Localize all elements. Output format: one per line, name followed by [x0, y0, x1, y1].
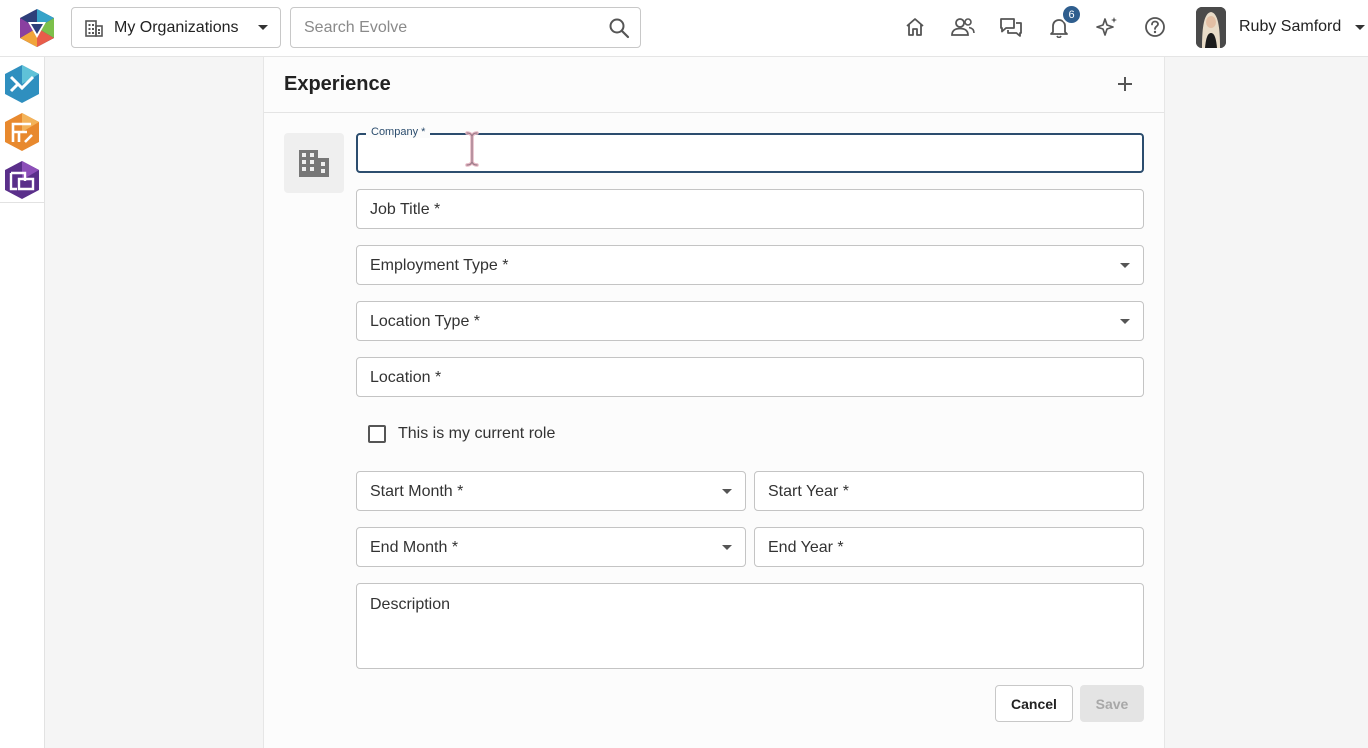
end-month-label: End Month * — [370, 539, 459, 556]
app-icon-3[interactable] — [2, 159, 42, 201]
location-label: Location * — [370, 369, 442, 386]
help-icon — [1145, 17, 1165, 37]
user-menu-chevron-icon[interactable] — [1355, 25, 1365, 30]
ai-assistant-button[interactable] — [1094, 14, 1120, 40]
rail-divider — [0, 202, 44, 203]
dropdown-arrow-icon — [722, 545, 732, 550]
start-month-label: Start Month * — [370, 483, 464, 500]
home-icon — [906, 18, 924, 36]
location-type-select[interactable]: Location Type * — [356, 301, 1144, 341]
building-icon — [299, 150, 329, 177]
job-title-field[interactable]: Job Title * — [356, 189, 1144, 229]
company-field[interactable]: Company * — [356, 126, 1144, 173]
start-year-field[interactable]: Start Year * — [754, 471, 1144, 511]
search-box — [290, 7, 641, 48]
chat-icon — [1000, 18, 1022, 37]
top-bar: My Organizations 6 — [0, 0, 1368, 57]
app-icon-2[interactable] — [2, 111, 42, 153]
experience-card: Experience Company * Job Title * Employm… — [263, 57, 1165, 748]
people-button[interactable] — [950, 14, 976, 40]
current-role-row[interactable]: This is my current role — [368, 425, 555, 443]
organizations-dropdown[interactable]: My Organizations — [71, 7, 281, 48]
cancel-button[interactable]: Cancel — [995, 685, 1073, 722]
notification-count-badge: 6 — [1061, 4, 1082, 25]
dropdown-arrow-icon — [722, 489, 732, 494]
current-role-checkbox[interactable] — [368, 425, 386, 443]
location-type-label: Location Type * — [370, 313, 481, 330]
location-field[interactable]: Location * — [356, 357, 1144, 397]
home-button[interactable] — [902, 14, 928, 40]
chevron-down-icon — [258, 25, 268, 30]
end-month-select[interactable]: End Month * — [356, 527, 746, 567]
people-icon — [951, 18, 975, 36]
app-icon-1[interactable] — [2, 63, 42, 105]
logo-icon[interactable] — [18, 8, 56, 48]
dropdown-arrow-icon — [1120, 263, 1130, 268]
description-label: Description — [370, 596, 451, 613]
avatar[interactable] — [1196, 7, 1226, 48]
description-textarea[interactable]: Description — [356, 583, 1144, 669]
job-title-label: Job Title * — [370, 201, 441, 218]
building-icon — [85, 19, 103, 37]
section-title: Experience — [284, 73, 391, 95]
end-year-field[interactable]: End Year * — [754, 527, 1144, 567]
company-logo-placeholder — [284, 133, 344, 193]
end-year-label: End Year * — [768, 539, 844, 556]
user-name[interactable]: Ruby Samford — [1239, 18, 1341, 36]
plus-icon[interactable] — [1112, 71, 1138, 97]
search-input[interactable] — [291, 8, 591, 47]
app-rail — [0, 57, 45, 748]
current-role-label: This is my current role — [398, 425, 556, 442]
company-label: Company * — [366, 126, 431, 138]
dropdown-arrow-icon — [1120, 319, 1130, 324]
save-button[interactable]: Save — [1080, 685, 1144, 722]
sparkle-icon — [1096, 17, 1117, 36]
start-year-label: Start Year * — [768, 483, 849, 500]
employment-type-select[interactable]: Employment Type * — [356, 245, 1144, 285]
messages-button[interactable] — [998, 14, 1024, 40]
avatar-image — [1196, 7, 1226, 48]
organizations-label: My Organizations — [114, 18, 239, 36]
start-month-select[interactable]: Start Month * — [356, 471, 746, 511]
employment-type-label: Employment Type * — [370, 257, 509, 274]
card-header: Experience — [264, 57, 1164, 113]
help-button[interactable] — [1142, 14, 1168, 40]
search-icon[interactable] — [608, 17, 630, 39]
